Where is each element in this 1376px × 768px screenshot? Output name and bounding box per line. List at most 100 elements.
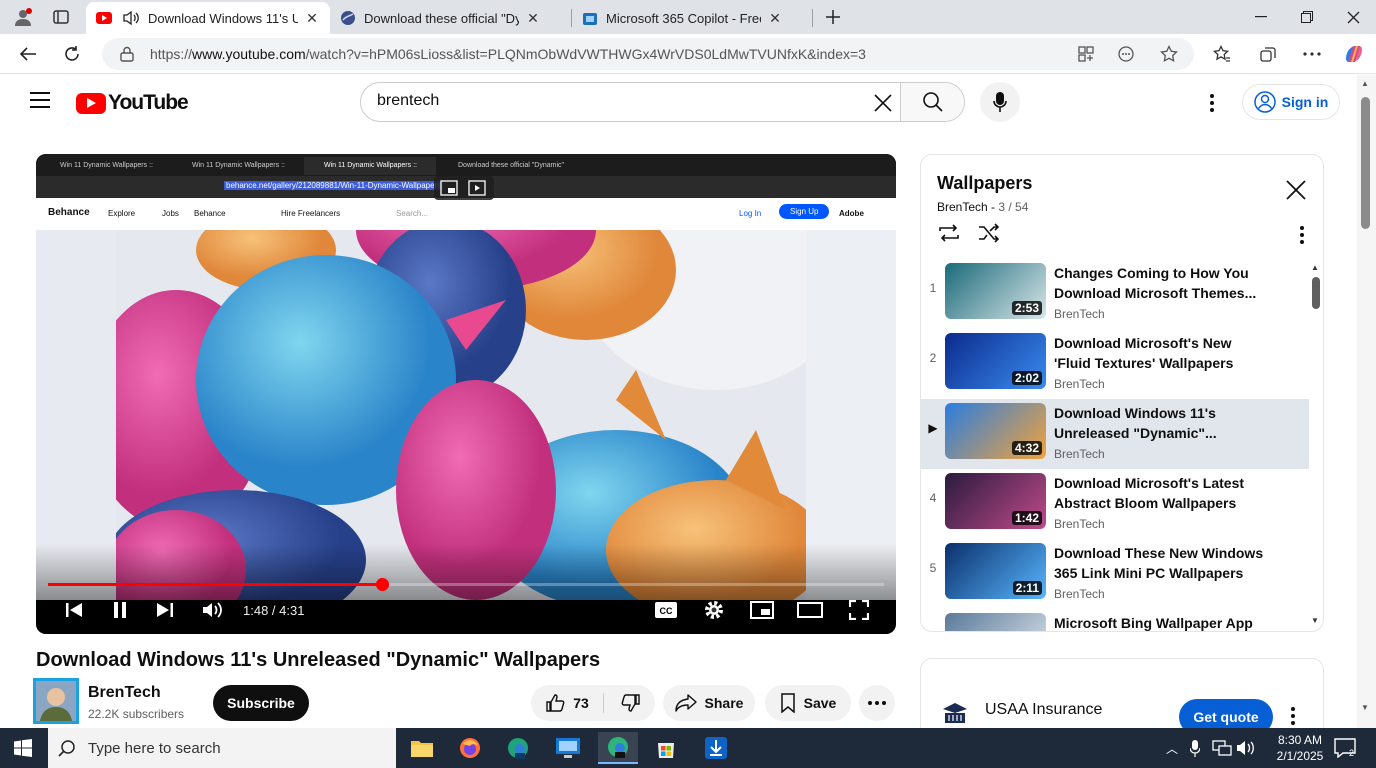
playlist-thumbnail[interactable]: 2:53 xyxy=(945,263,1046,319)
scroll-down-arrow-icon[interactable]: ▼ xyxy=(1311,616,1319,625)
previous-icon[interactable] xyxy=(62,598,86,622)
favorite-star-icon[interactable] xyxy=(1160,45,1178,63)
tab-copilot[interactable]: Microsoft 365 Copilot - Free download ✕ xyxy=(572,2,812,34)
playlist-title[interactable]: Wallpapers xyxy=(937,173,1032,194)
edge-can-icon[interactable] xyxy=(598,732,638,764)
theater-mode-icon[interactable] xyxy=(796,598,824,622)
playlist-video-title[interactable]: Download Microsoft's New 'Fluid Textures… xyxy=(1054,333,1264,373)
playlist-item[interactable]: ▶ 4:32 Download Windows 11's Unreleased "D… xyxy=(921,399,1309,469)
page-scroll-up-icon[interactable]: ▲ xyxy=(1361,79,1369,88)
close-tab-icon[interactable]: ✕ xyxy=(767,10,783,27)
playlist-video-title[interactable]: Microsoft Bing Wallpaper App xyxy=(1054,613,1264,631)
fullscreen-icon[interactable] xyxy=(845,598,873,622)
channel-avatar[interactable] xyxy=(33,678,79,724)
dislike-button[interactable] xyxy=(607,685,655,721)
new-tab-icon[interactable] xyxy=(822,6,844,28)
tab-behance[interactable]: Download these official "Dynamic" Wallpa… xyxy=(330,2,570,34)
playlist-thumbnail[interactable] xyxy=(945,613,1046,631)
page-scroll-down-icon[interactable]: ▼ xyxy=(1361,703,1369,712)
playlist-video-title[interactable]: Download These New Windows 365 Link Mini… xyxy=(1054,543,1264,583)
playlist-thumbnail[interactable]: 1:42 xyxy=(945,473,1046,529)
menu-hamburger-icon[interactable] xyxy=(30,92,50,113)
playlist-video-title[interactable]: Download Windows 11's Unreleased "Dynami… xyxy=(1054,403,1264,443)
file-explorer-icon[interactable] xyxy=(402,732,442,764)
taskbar-clock[interactable]: 8:30 AM 2/1/2025 xyxy=(1270,732,1330,764)
shuffle-icon[interactable] xyxy=(977,223,1003,247)
channel-name[interactable]: BrenTech xyxy=(88,684,161,702)
reload-button[interactable] xyxy=(60,42,84,66)
volume-icon[interactable] xyxy=(200,598,226,622)
settings-kebab-icon[interactable] xyxy=(1202,91,1222,115)
captions-icon[interactable]: CC xyxy=(652,598,680,622)
ad-menu-kebab-icon[interactable] xyxy=(1291,707,1295,725)
close-tab-icon[interactable]: ✕ xyxy=(525,10,541,27)
restore-button[interactable] xyxy=(1284,0,1330,34)
firefox-icon[interactable] xyxy=(450,732,490,764)
loop-icon[interactable] xyxy=(937,223,963,247)
favorites-icon[interactable] xyxy=(1210,42,1234,66)
copilot-icon[interactable] xyxy=(1342,42,1366,66)
volume-tray-icon[interactable] xyxy=(1236,740,1256,761)
settings-more-icon[interactable] xyxy=(1300,42,1324,66)
sign-in-button[interactable]: Sign in xyxy=(1242,84,1340,120)
scroll-up-arrow-icon[interactable]: ▲ xyxy=(1311,263,1319,272)
tray-microphone-icon[interactable] xyxy=(1189,739,1201,762)
remote-desktop-icon[interactable] xyxy=(548,732,588,764)
advertiser-name[interactable]: USAA Insurance xyxy=(985,701,1102,719)
close-window-button[interactable] xyxy=(1330,0,1376,34)
playlist-thumbnail[interactable]: 2:02 xyxy=(945,333,1046,389)
show-hidden-icons[interactable]: ︿ xyxy=(1166,740,1178,757)
playlist-channel[interactable]: BrenTech xyxy=(937,200,988,214)
youtube-logo[interactable]: YouTube xyxy=(76,91,189,115)
tab-actions-icon[interactable] xyxy=(50,6,72,28)
like-button[interactable]: 73 xyxy=(531,685,603,721)
share-button[interactable]: Share xyxy=(663,685,755,721)
playlist-item[interactable]: 1 2:53 Changes Coming to How You Download … xyxy=(921,259,1309,329)
progress-bar[interactable] xyxy=(48,578,884,591)
video-player[interactable]: Win 11 Dynamic Wallpapers :: Behance Win… xyxy=(36,154,896,634)
search-input[interactable] xyxy=(377,92,857,110)
voice-search-button[interactable] xyxy=(980,82,1020,122)
windows-start-icon[interactable] xyxy=(14,739,32,762)
profile-icon[interactable] xyxy=(12,6,34,28)
playlist-item[interactable]: 4 1:42 Download Microsoft's Latest Abstrac… xyxy=(921,469,1309,539)
playlist-item[interactable]: 2 2:02 Download Microsoft's New 'Fluid Tex… xyxy=(921,329,1309,399)
speaker-icon[interactable] xyxy=(122,10,140,26)
next-icon[interactable] xyxy=(153,598,177,622)
network-icon[interactable] xyxy=(1212,740,1232,761)
tab-youtube[interactable]: Download Windows 11's Unreleased "Dynami… xyxy=(86,2,330,34)
close-playlist-icon[interactable] xyxy=(1285,179,1311,205)
playlist-video-title[interactable]: Download Microsoft's Latest Abstract Blo… xyxy=(1054,473,1264,513)
more-options-circle-icon[interactable] xyxy=(1118,46,1134,62)
picture-in-picture-overlay[interactable] xyxy=(434,176,494,200)
playlist-item[interactable]: 5 2:11 Download These New Windows 365 Link… xyxy=(921,539,1309,609)
notifications-icon[interactable]: 2 xyxy=(1334,738,1356,763)
settings-gear-icon[interactable] xyxy=(700,598,728,622)
more-actions-button[interactable] xyxy=(859,685,895,721)
address-bar[interactable]: https://www.youtube.com/watch?v=hPM06sLi… xyxy=(102,38,1194,70)
edge-beta-icon[interactable] xyxy=(498,732,538,764)
playlist-thumbnail[interactable]: 4:32 xyxy=(945,403,1046,459)
site-info-icon[interactable] xyxy=(120,46,134,62)
close-tab-icon[interactable]: ✕ xyxy=(304,10,320,27)
playlist-item[interactable]: Microsoft Bing Wallpaper App xyxy=(921,609,1309,631)
url-text[interactable]: https://www.youtube.com/watch?v=hPM06sLi… xyxy=(150,46,866,62)
clear-search-icon[interactable] xyxy=(871,91,897,115)
minimize-button[interactable] xyxy=(1238,0,1284,34)
taskbar-search[interactable]: Type here to search xyxy=(48,728,396,768)
subscribe-button[interactable]: Subscribe xyxy=(213,685,309,721)
downloads-app-icon[interactable] xyxy=(696,732,736,764)
miniplayer-icon[interactable] xyxy=(748,598,776,622)
playlist-thumbnail[interactable]: 2:11 xyxy=(945,543,1046,599)
app-available-icon[interactable] xyxy=(1078,46,1094,62)
save-button[interactable]: Save xyxy=(765,685,851,721)
microsoft-store-icon[interactable] xyxy=(646,732,686,764)
pause-icon[interactable] xyxy=(108,598,132,622)
playlist-menu-kebab-icon[interactable] xyxy=(1289,223,1315,247)
collections-icon[interactable] xyxy=(1256,42,1280,66)
playlist-video-title[interactable]: Changes Coming to How You Download Micro… xyxy=(1054,263,1264,303)
back-button[interactable] xyxy=(16,42,40,66)
playlist-scrollbar[interactable] xyxy=(1312,277,1320,309)
page-scrollbar[interactable]: ▲ ▼ xyxy=(1357,75,1376,728)
page-scroll-thumb[interactable] xyxy=(1361,97,1370,229)
